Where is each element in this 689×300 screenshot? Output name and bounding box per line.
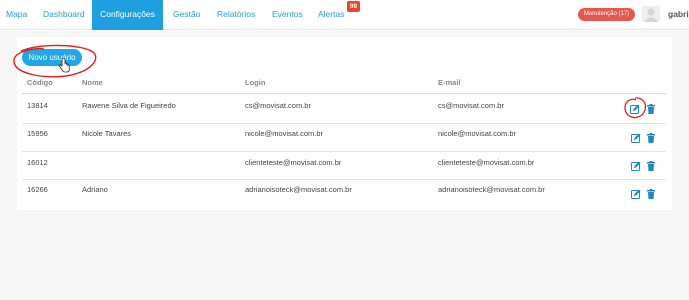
row-name: Rawene Silva de Figueiredo bbox=[82, 101, 176, 110]
row-divider bbox=[22, 179, 666, 180]
nav-item-configuracoes[interactable]: Configurações bbox=[92, 0, 163, 30]
username-label[interactable]: gabri bbox=[668, 0, 689, 30]
edit-icon[interactable] bbox=[631, 133, 641, 143]
column-header-email[interactable]: E-mail bbox=[438, 78, 461, 87]
row-login: nicole@movisat.com.br bbox=[245, 129, 324, 138]
alerts-count-badge: 99 bbox=[347, 1, 360, 12]
nav-item-alertas[interactable]: Alertas bbox=[318, 0, 344, 30]
user-avatar-icon[interactable] bbox=[642, 6, 660, 22]
edit-icon[interactable] bbox=[631, 161, 641, 171]
row-divider bbox=[22, 151, 666, 152]
row-email: nicole@movisat.com.br bbox=[438, 129, 517, 138]
nav-item-mapa[interactable]: Mapa bbox=[6, 0, 27, 30]
row-code: 16266 bbox=[27, 185, 48, 194]
edit-icon[interactable] bbox=[631, 189, 641, 199]
row-name: Nicole Tavares bbox=[82, 129, 132, 138]
nav-item-dashboard[interactable]: Dashboard bbox=[43, 0, 85, 30]
trash-icon[interactable] bbox=[646, 133, 656, 143]
row-login: clienteteste@movisat.com.br bbox=[245, 158, 342, 167]
table-header-divider bbox=[22, 93, 666, 94]
row-name: Adriano bbox=[82, 185, 108, 194]
row-email: cs@movisat.com.br bbox=[438, 101, 504, 110]
nav-item-eventos[interactable]: Eventos bbox=[272, 0, 303, 30]
row-login: adrianoisoteck@movisat.com.br bbox=[245, 185, 352, 194]
row-email: clienteteste@movisat.com.br bbox=[438, 158, 535, 167]
row-email: adrianoisoteck@movisat.com.br bbox=[438, 185, 545, 194]
annotation-circle-edit bbox=[624, 97, 647, 119]
hand-cursor-icon bbox=[58, 58, 70, 73]
top-navbar: Mapa Dashboard Configurações Gestão Rela… bbox=[0, 0, 689, 30]
row-divider bbox=[22, 123, 666, 124]
row-code: 13814 bbox=[27, 101, 48, 110]
row-code: 16012 bbox=[27, 158, 48, 167]
nav-item-gestao[interactable]: Gestão bbox=[173, 0, 200, 30]
trash-icon[interactable] bbox=[646, 161, 656, 171]
column-header-login[interactable]: Login bbox=[245, 78, 265, 87]
row-login: cs@movisat.com.br bbox=[245, 101, 311, 110]
maintenance-button[interactable]: Manutenção (17) bbox=[578, 8, 635, 21]
column-header-nome[interactable]: Nome bbox=[82, 78, 103, 87]
nav-item-relatorios[interactable]: Relatórios bbox=[217, 0, 255, 30]
column-header-codigo[interactable]: Código bbox=[27, 78, 53, 87]
row-code: 15956 bbox=[27, 129, 48, 138]
trash-icon[interactable] bbox=[646, 189, 656, 199]
annotation-circle bbox=[13, 44, 97, 78]
